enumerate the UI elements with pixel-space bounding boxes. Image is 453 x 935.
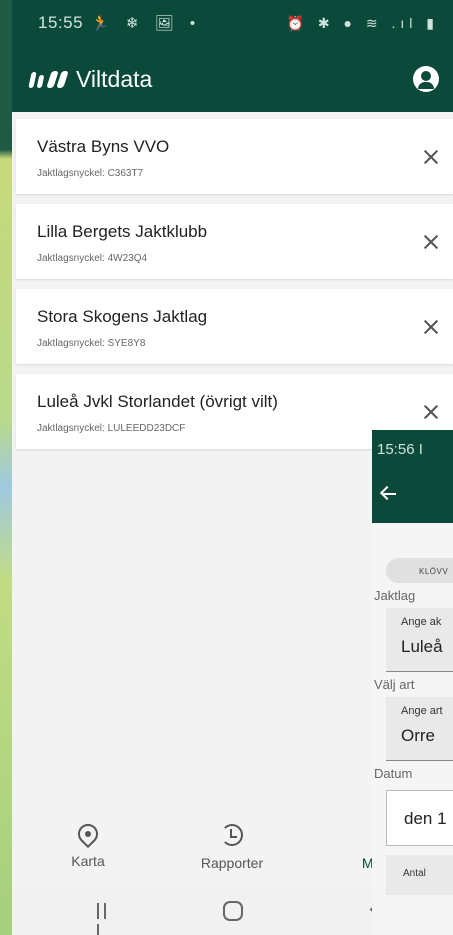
team-name: Västra Byns VVO <box>37 137 170 156</box>
nav-rapporter[interactable]: Rapporter <box>172 824 292 871</box>
overlay-app-bar <box>372 472 453 523</box>
list-item[interactable]: Västra Byns VVO Jaktlagsnyckel: C363T7 <box>16 119 453 194</box>
list-item[interactable]: Lilla Bergets Jaktklubb Jaktlagsnyckel: … <box>16 204 453 279</box>
antal-field[interactable]: Antal <box>386 855 453 895</box>
close-icon[interactable] <box>421 232 441 252</box>
art-value: Orre <box>401 726 435 745</box>
home-icon[interactable] <box>223 901 243 921</box>
jaktlag-value: Luleå <box>401 637 443 656</box>
team-name: Stora Skogens Jaktlag <box>37 307 208 326</box>
nav-rapporter-label: Rapporter <box>200 855 264 871</box>
notification-icons: 🏃 ❄ 🖼 • <box>91 15 202 32</box>
system-status-icons: ⏰ ✱ ● ≋ .ıl ▮ <box>286 14 439 31</box>
team-name: Lilla Bergets Jaktklubb <box>37 222 208 241</box>
recent-apps-icon[interactable] <box>97 903 115 935</box>
overlay-status-time: 15:56 I <box>372 430 453 472</box>
art-hint: Ange art <box>401 705 443 717</box>
status-bar: 15:55 🏃 ❄ 🖼 • ⏰ ✱ ● ≋ .ıl ▮ <box>12 0 453 46</box>
art-select[interactable]: Ange art Orre <box>386 697 453 761</box>
close-icon[interactable] <box>421 147 441 167</box>
viltdata-logo-icon <box>28 70 69 88</box>
jaktlag-select[interactable]: Ange ak Luleå <box>386 608 453 672</box>
datum-label: Datum <box>374 766 413 781</box>
art-label: Välj art <box>374 677 415 692</box>
status-time: 15:55 <box>38 13 84 32</box>
list-item[interactable]: Stora Skogens Jaktlag Jaktlagsnyckel: SY… <box>16 289 453 364</box>
report-form-screenshot: 15:56 I KLÖVV Jaktlag Ange ak Luleå Välj… <box>372 430 453 935</box>
arrow-back-icon[interactable] <box>382 493 396 495</box>
nav-karta[interactable]: Karta <box>28 819 148 869</box>
datum-field[interactable]: den 1 <box>386 790 453 846</box>
close-icon[interactable] <box>421 317 441 337</box>
team-key: Jaktlagsnyckel: SYE8Y8 <box>37 338 146 349</box>
map-pin-icon <box>73 819 103 849</box>
team-key: Jaktlagsnyckel: 4W23Q4 <box>37 253 148 264</box>
team-name: Luleå Jvkl Storlandet (övrigt vilt) <box>37 392 278 411</box>
background-map-peek <box>0 0 12 935</box>
nav-karta-label: Karta <box>71 853 105 869</box>
category-chip[interactable]: KLÖVV <box>386 558 453 583</box>
team-key: Jaktlagsnyckel: C363T7 <box>37 168 144 179</box>
account-icon[interactable] <box>413 66 439 92</box>
hunting-team-list: Västra Byns VVO Jaktlagsnyckel: C363T7 L… <box>12 112 453 449</box>
jaktlag-hint: Ange ak <box>401 616 442 628</box>
close-icon[interactable] <box>421 402 441 422</box>
jaktlag-label: Jaktlag <box>374 588 416 603</box>
app-bar: Viltdata <box>12 46 453 112</box>
app-title: Viltdata <box>76 65 153 92</box>
history-icon <box>221 824 243 846</box>
